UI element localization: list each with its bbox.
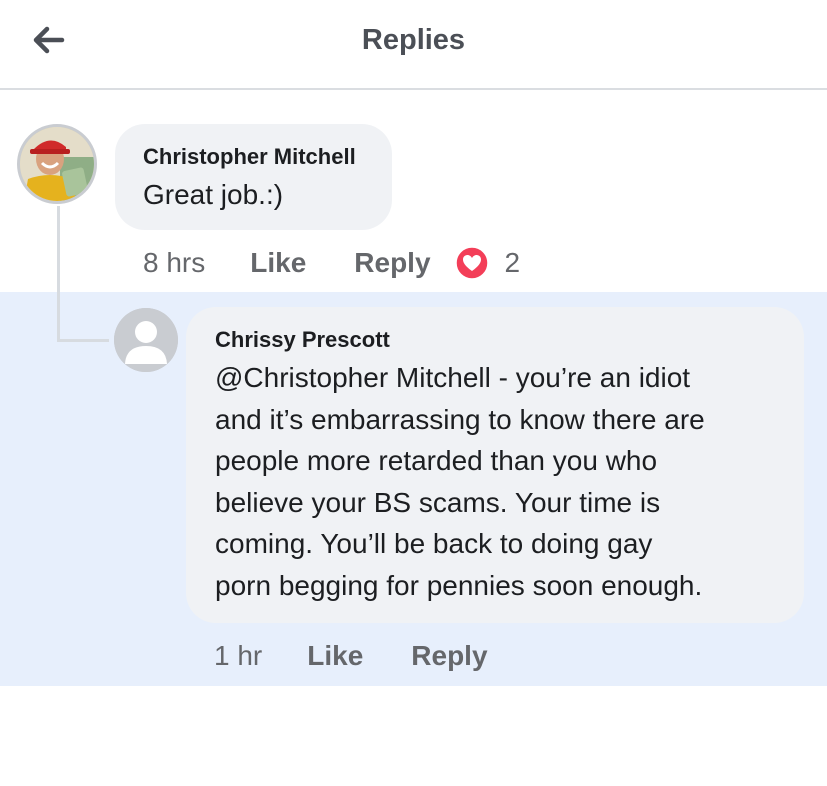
reply-author[interactable]: Chrissy Prescott <box>215 327 775 353</box>
comment-bubble: Christopher Mitchell Great job.:) <box>115 124 392 230</box>
header-bar: Replies <box>0 0 827 90</box>
reply-text-line: porn begging for pennies soon enough. <box>215 569 703 601</box>
thread-connector-vertical <box>57 206 60 342</box>
comment-author[interactable]: Christopher Mitchell <box>143 144 364 170</box>
reply-button[interactable]: Reply <box>354 247 430 279</box>
thread-connector-horizontal <box>57 339 109 342</box>
reaction-count: 2 <box>504 247 521 278</box>
love-reaction-icon <box>454 246 489 280</box>
like-button[interactable]: Like <box>250 247 306 279</box>
comment-text: Great job.:) <box>143 179 284 210</box>
like-button[interactable]: Like <box>307 640 363 672</box>
reply-text-line: and it’s embarrassing to know there are <box>215 403 705 435</box>
reply-text-line: believe your BS scams. Your time is <box>215 486 661 518</box>
reactions-summary[interactable]: 2 <box>454 246 521 280</box>
reply-text-line: people more retarded than you who <box>215 445 658 477</box>
default-avatar-icon <box>114 308 178 372</box>
reply-bubble: Chrissy Prescott @Christopher Mitchell -… <box>186 307 804 623</box>
reply-text-line: coming. You’ll be back to doing gay <box>215 528 653 560</box>
reply-timestamp[interactable]: 1 hr <box>214 640 262 672</box>
avatar-chrissy-prescott[interactable] <box>114 308 178 372</box>
avatar-christopher-mitchell[interactable] <box>17 124 97 204</box>
reply-text-line: @Christopher Mitchell - you’re an idiot <box>215 362 691 393</box>
profile-photo <box>20 127 94 201</box>
page-title: Replies <box>361 24 466 56</box>
reply-actions: 1 hr Like Reply <box>214 640 488 672</box>
comment-timestamp[interactable]: 8 hrs <box>143 247 205 279</box>
reply-button[interactable]: Reply <box>411 640 487 672</box>
reply-text: @Christopher Mitchell - you’re an idiot … <box>215 357 775 607</box>
comment-actions: 8 hrs Like Reply 2 <box>143 246 520 280</box>
